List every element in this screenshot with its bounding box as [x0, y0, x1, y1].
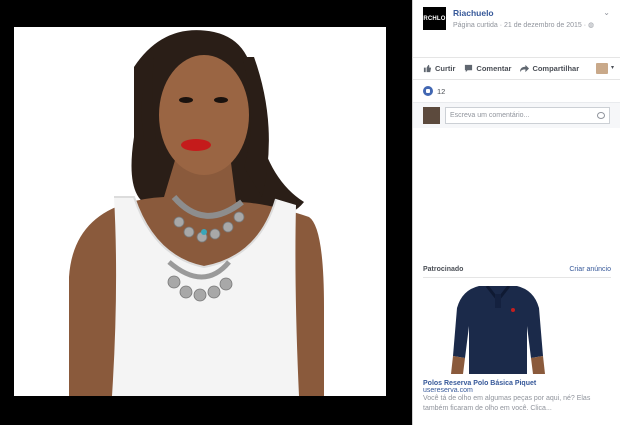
like-label: Curtir	[435, 64, 456, 73]
sponsored-section: Patrocinado Criar anúncio Polos Reserva …	[413, 266, 620, 414]
post-photo[interactable]	[14, 27, 386, 396]
reactions-summary[interactable]: 12	[413, 80, 620, 102]
post-meta-text: Página curtida · 21 de dezembro de 2015 …	[453, 22, 589, 29]
photo-viewer: RCHLO Riachuelo Página curtida · 21 de d…	[0, 0, 620, 425]
avatar	[423, 107, 440, 124]
share-icon	[520, 64, 530, 73]
post-header: RCHLO Riachuelo Página curtida · 21 de d…	[413, 0, 620, 58]
post-actions: Curtir Comentar Compartilhar ▾	[413, 58, 620, 80]
page-avatar[interactable]: RCHLO	[423, 7, 446, 30]
sponsored-title: Patrocinado	[423, 266, 464, 273]
comment-placeholder: Escreva um comentário...	[450, 112, 530, 119]
share-button[interactable]: Compartilhar	[520, 64, 579, 73]
camera-icon[interactable]	[597, 112, 605, 119]
ad-title-link[interactable]: Polos Reserva Polo Básica Piquet	[423, 380, 611, 387]
polo-shirt-image	[439, 285, 557, 374]
post-meta: Página curtida · 21 de dezembro de 2015 …	[453, 21, 594, 29]
comment-input[interactable]: Escreva um comentário...	[445, 107, 610, 124]
reaction-count: 12	[437, 86, 446, 96]
comment-button[interactable]: Comentar	[464, 64, 511, 73]
ad-image[interactable]	[439, 285, 557, 374]
chevron-down-icon[interactable]: ⌄	[603, 8, 610, 17]
caret-down-icon[interactable]: ▾	[611, 64, 614, 71]
share-label: Compartilhar	[532, 64, 580, 73]
globe-icon: ◍	[588, 22, 595, 29]
model-photo	[14, 27, 386, 396]
page-name-link[interactable]: Riachuelo	[453, 8, 494, 18]
comment-composer: Escreva um comentário...	[413, 102, 620, 128]
post-side-panel: RCHLO Riachuelo Página curtida · 21 de d…	[412, 0, 620, 425]
thumbs-up-icon	[423, 64, 432, 73]
like-button[interactable]: Curtir	[423, 64, 455, 73]
comment-icon	[465, 64, 473, 73]
sponsored-header: Patrocinado Criar anúncio	[423, 266, 611, 278]
ad-description: Você tá de olho em algumas peças por aqu…	[423, 395, 591, 412]
share-as-avatar[interactable]	[596, 63, 608, 74]
create-ad-link[interactable]: Criar anúncio	[569, 266, 611, 273]
like-reaction-icon	[423, 86, 433, 96]
ad-url-link[interactable]: usereserva.com	[423, 387, 611, 394]
comment-label: Comentar	[476, 64, 512, 73]
photo-stage	[0, 0, 412, 425]
